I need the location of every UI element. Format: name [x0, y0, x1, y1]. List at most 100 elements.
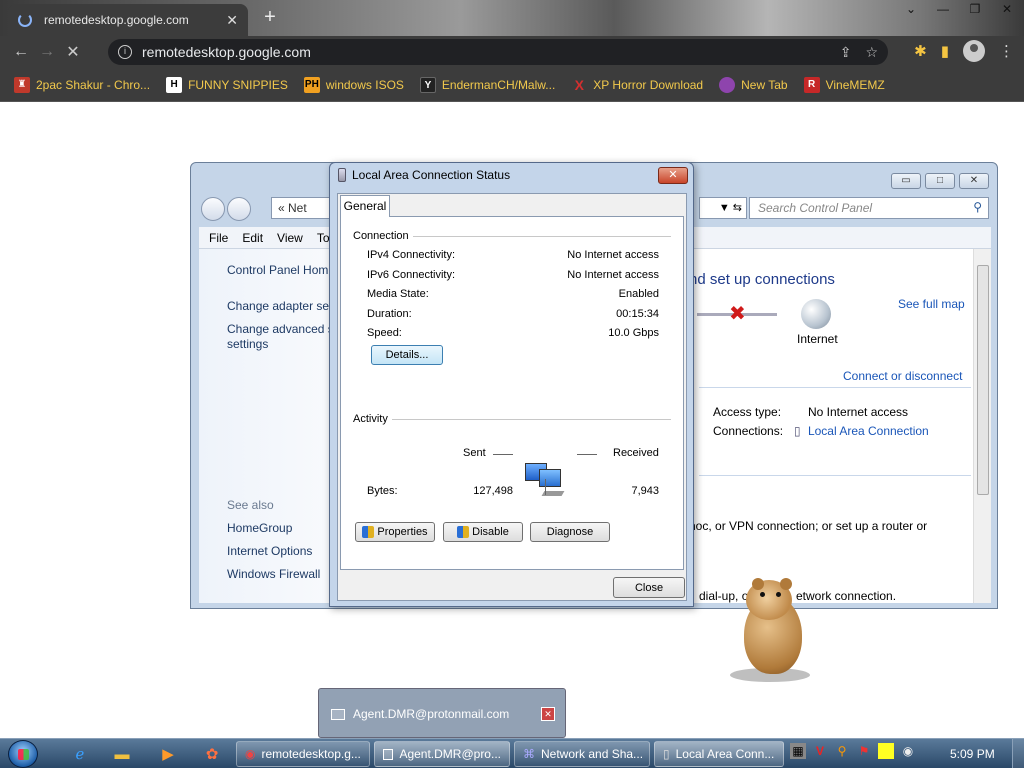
see-full-map-link[interactable]: See full map: [898, 297, 965, 311]
bookmark-favicon-icon: H: [166, 76, 183, 93]
connect-disconnect-link[interactable]: Connect or disconnect: [843, 369, 962, 383]
bookmark-favicon-icon: Y: [419, 76, 436, 93]
ie-icon[interactable]: ℯ: [62, 742, 98, 766]
menu-file[interactable]: File: [209, 231, 228, 245]
menu-edit[interactable]: Edit: [242, 231, 263, 245]
tray-yellow-icon[interactable]: [878, 743, 894, 759]
back-arrow-icon[interactable]: ←: [8, 43, 34, 61]
share-icon[interactable]: ⇪: [840, 44, 852, 61]
cp-link-advanced[interactable]: Change advanced s: [227, 322, 334, 336]
plug-icon: ▯: [663, 747, 670, 761]
bookmark-item[interactable]: X XP Horror Download: [571, 77, 704, 93]
cp-back-button[interactable]: [201, 197, 225, 221]
bookmarks-bar: ♜ 2pac Shakur - Chro... H FUNNY SNIPPIES P…: [0, 68, 1024, 102]
cp-scroll-thumb[interactable]: [977, 265, 989, 495]
close-button[interactable]: Close: [613, 577, 685, 598]
search-icon[interactable]: ⚲: [973, 200, 982, 214]
details-button[interactable]: Details...: [371, 345, 443, 365]
new-tab-button[interactable]: +: [258, 6, 282, 29]
window-controls: ⌄ — ❐ ✕: [902, 2, 1016, 16]
cp-maximize-button[interactable]: □: [925, 173, 955, 189]
tab-general[interactable]: General: [340, 195, 390, 217]
cp-caption-buttons: ▭ □ ✕: [891, 173, 989, 189]
cp-address-dropdown[interactable]: ▼ ⇆: [699, 197, 747, 219]
bookmark-item[interactable]: R VineMEMZ: [803, 76, 885, 93]
bytes-sent-value: 127,498: [473, 485, 513, 497]
media-player-icon[interactable]: ▶: [150, 742, 186, 766]
taskbar-button-network[interactable]: ⌘ Network and Sha...: [514, 741, 650, 767]
close-window-button[interactable]: ✕: [998, 2, 1016, 16]
tray-flag-icon[interactable]: ⚑: [856, 743, 872, 759]
show-desktop-button[interactable]: [1012, 739, 1024, 768]
clock[interactable]: 5:09 PM: [950, 747, 995, 761]
site-info-icon[interactable]: i: [118, 45, 132, 59]
cp-link-adapter[interactable]: Change adapter set: [227, 299, 332, 313]
cp-minimize-button[interactable]: ▭: [891, 173, 921, 189]
divider: [493, 454, 513, 455]
taskbar-button-lan-status[interactable]: ▯ Local Area Conn...: [654, 741, 784, 767]
diagnose-button[interactable]: Diagnose: [530, 522, 610, 542]
thumbnail-label: Agent.DMR@protonmail.com: [353, 707, 510, 721]
thumbnail-close-icon[interactable]: ✕: [541, 707, 555, 721]
side-panel-icon[interactable]: ▮: [941, 42, 949, 60]
dialog-close-button[interactable]: ✕: [658, 167, 688, 184]
menu-tools[interactable]: To: [317, 231, 330, 245]
browser-tab-active[interactable]: remotedesktop.google.com ✕: [8, 4, 248, 36]
cp-scrollbar[interactable]: [973, 249, 991, 603]
bookmark-item[interactable]: PH windows ISOS: [303, 76, 404, 93]
bookmark-favicon-icon: PH: [303, 76, 320, 93]
menu-view[interactable]: View: [277, 231, 303, 245]
access-type-label: Access type:: [713, 405, 782, 419]
divider: [699, 387, 971, 388]
bookmark-item[interactable]: New Tab: [719, 76, 788, 93]
address-bar[interactable]: i remotedesktop.google.com ⇪ ☆: [108, 39, 888, 65]
taskbar-button-chrome[interactable]: ◉ remotedesktop.g...: [236, 741, 370, 767]
forward-arrow-icon[interactable]: →: [34, 43, 60, 61]
start-button[interactable]: [8, 740, 38, 768]
cp-link-internet-options[interactable]: Internet Options: [227, 544, 312, 558]
cp-forward-button[interactable]: [227, 197, 251, 221]
menu-dots-icon[interactable]: ⋮: [999, 42, 1014, 60]
star-bookmark-icon[interactable]: ☆: [865, 44, 878, 61]
tray-speaker-icon[interactable]: ◉: [900, 743, 916, 759]
cp-link-advanced-2[interactable]: settings: [227, 337, 268, 351]
tray-app-icon[interactable]: ▦: [790, 743, 806, 759]
bookmark-item[interactable]: H FUNNY SNIPPIES: [166, 76, 288, 93]
extensions-puzzle-icon[interactable]: ✱: [914, 42, 927, 60]
toolbar-right: ✱ ▮ ⋮: [914, 40, 1014, 62]
hamster-mascot: [726, 576, 816, 686]
thumbnail-item[interactable]: Agent.DMR@protonmail.com ✕: [331, 701, 555, 727]
taskbar-button-agent[interactable]: Agent.DMR@pro...: [374, 741, 510, 767]
cp-address-field[interactable]: « Net: [271, 197, 333, 219]
cp-link-home[interactable]: Control Panel Hom: [227, 263, 328, 277]
app-icon[interactable]: ✿: [194, 742, 230, 766]
bookmark-item[interactable]: Y EndermanCH/Malw...: [419, 76, 555, 93]
disconnected-x-icon: ✖: [729, 303, 746, 325]
internet-globe-icon: [801, 299, 831, 329]
network-plug-icon: [338, 168, 346, 182]
network-icon: ⌘: [523, 747, 535, 761]
uac-shield-icon: [457, 526, 470, 538]
cp-link-firewall[interactable]: Windows Firewall: [227, 567, 320, 581]
speed-label: Speed:: [367, 327, 402, 339]
minimize-button[interactable]: —: [934, 2, 952, 16]
bookmark-item[interactable]: ♜ 2pac Shakur - Chro...: [14, 76, 150, 93]
taskbar: ℯ ▬ ▶ ✿ ◉ remotedesktop.g... Agent.DMR@p…: [0, 738, 1024, 768]
tray-search-icon[interactable]: ⚲: [834, 743, 850, 759]
system-tray: ▦ V ⚲ ⚑ ◉: [790, 743, 916, 759]
profile-avatar[interactable]: [963, 40, 985, 62]
explorer-folder-icon[interactable]: ▬: [104, 742, 140, 766]
chevron-down-icon[interactable]: ⌄: [902, 2, 920, 16]
tab-title: remotedesktop.google.com: [44, 13, 189, 27]
cp-close-button[interactable]: ✕: [959, 173, 989, 189]
disable-button[interactable]: Disable: [443, 522, 523, 542]
cp-search-input[interactable]: Search Control Panel ⚲: [749, 197, 989, 219]
close-tab-icon[interactable]: ✕: [226, 12, 238, 29]
local-area-connection-link[interactable]: ▯ Local Area Connection: [794, 424, 929, 438]
stop-loading-icon[interactable]: ✕: [60, 42, 86, 62]
tray-v-icon[interactable]: V: [812, 743, 828, 759]
cp-link-homegroup[interactable]: HomeGroup: [227, 521, 292, 535]
properties-button[interactable]: Properties: [355, 522, 435, 542]
restore-button[interactable]: ❐: [966, 2, 984, 16]
access-type-value: No Internet access: [808, 405, 909, 419]
